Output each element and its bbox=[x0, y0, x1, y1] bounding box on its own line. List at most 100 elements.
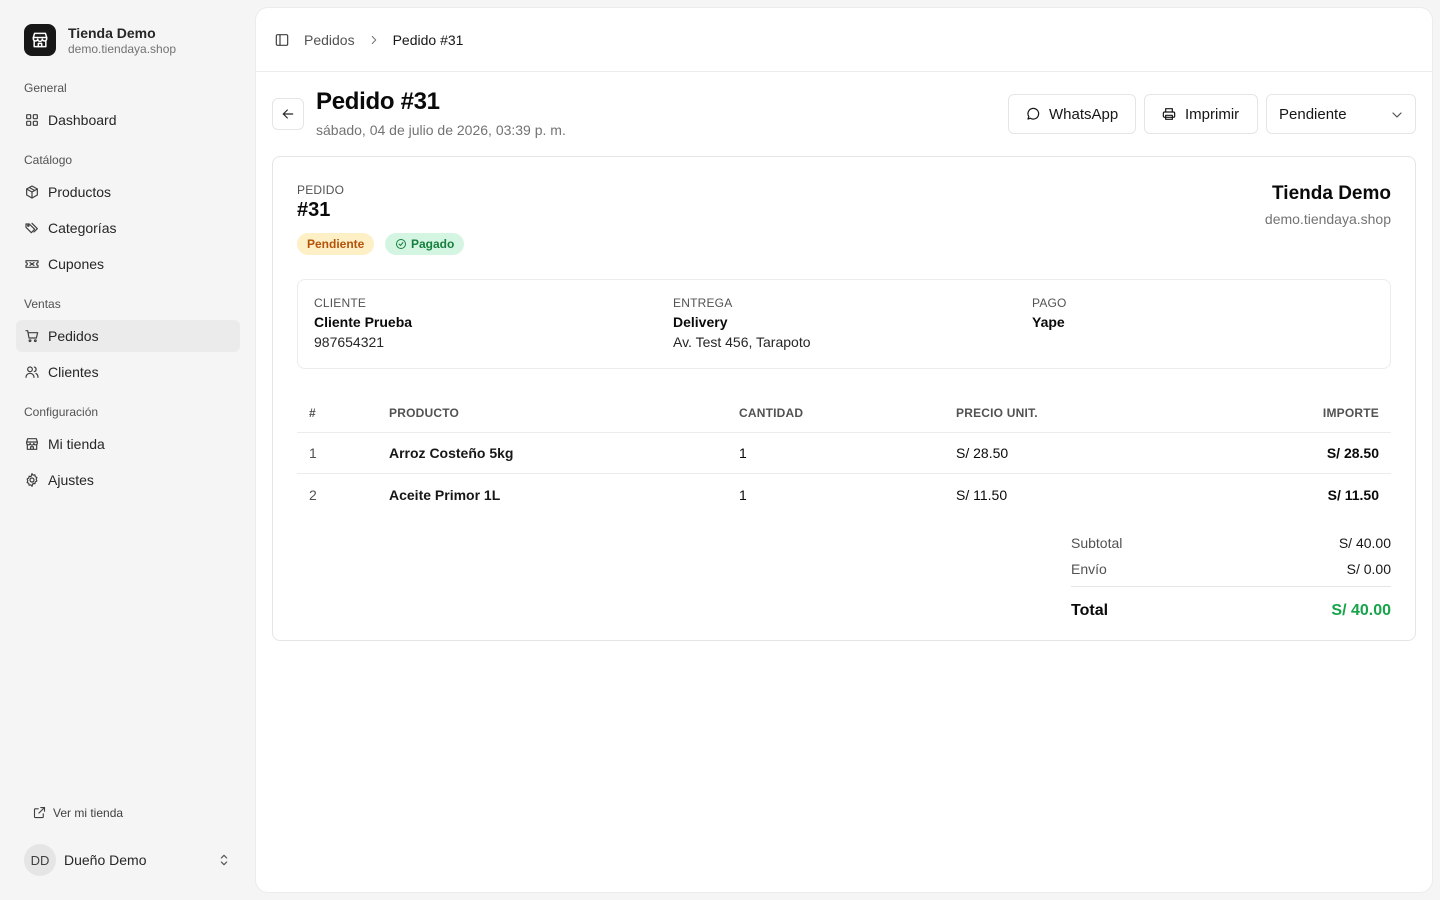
row-qty: 1 bbox=[739, 486, 747, 503]
shipping-value: S/ 0.00 bbox=[1346, 561, 1391, 577]
customer-info: CLIENTE Cliente Prueba 987654321 bbox=[314, 296, 412, 350]
row-product: Arroz Costeño 5kg bbox=[389, 445, 514, 461]
nav-group-config: Configuración bbox=[24, 405, 99, 419]
totals-summary: Subtotal S/ 40.00 Envío S/ 0.00 Total S/… bbox=[1071, 530, 1391, 626]
row-qty: 1 bbox=[739, 445, 747, 461]
total-row: Total S/ 40.00 bbox=[1071, 586, 1391, 626]
order-number: #31 bbox=[297, 199, 331, 221]
payment-badge-label: Pagado bbox=[411, 237, 455, 251]
delivery-address: Av. Test 456, Tarapoto bbox=[673, 334, 811, 350]
sidebar-item-label: Pedidos bbox=[48, 328, 99, 344]
invoice-store-domain: demo.tiendaya.shop bbox=[1264, 211, 1391, 227]
sidebar: Tienda Demo demo.tiendaya.shop General D… bbox=[0, 0, 256, 900]
row-amount: S/ 11.50 bbox=[1327, 486, 1379, 503]
sidebar-item-pedidos[interactable]: Pedidos bbox=[16, 320, 240, 352]
row-amount: S/ 28.50 bbox=[1326, 445, 1379, 461]
sidebar-item-productos[interactable]: Productos bbox=[16, 176, 240, 208]
row-unit-price: S/ 11.50 bbox=[956, 486, 1008, 503]
ticket-icon bbox=[24, 256, 40, 272]
store-icon bbox=[24, 24, 56, 56]
sidebar-item-label: Productos bbox=[48, 184, 112, 200]
order-date: sábado, 04 de julio de 2026, 03:39 p. m. bbox=[316, 122, 566, 138]
store-name: Tienda Demo bbox=[68, 25, 156, 41]
gear-icon bbox=[24, 472, 40, 488]
sidebar-item-dashboard[interactable]: Dashboard bbox=[16, 104, 240, 136]
users-icon bbox=[24, 364, 40, 380]
sidebar-item-label: Clientes bbox=[48, 364, 99, 380]
payment-method: Yape bbox=[1032, 314, 1065, 330]
sidebar-item-label: Ajustes bbox=[48, 472, 94, 488]
whatsapp-button[interactable]: WhatsApp bbox=[1008, 94, 1136, 134]
breadcrumb: Pedidos Pedido #31 bbox=[304, 32, 463, 48]
customer-name: Cliente Prueba bbox=[314, 314, 413, 330]
store-domain: demo.tiendaya.shop bbox=[68, 42, 177, 56]
col-num: # bbox=[309, 405, 316, 420]
breadcrumb-pedidos[interactable]: Pedidos bbox=[304, 32, 355, 48]
chevrons-up-down-icon bbox=[216, 852, 232, 868]
subtotal-label: Subtotal bbox=[1071, 535, 1123, 551]
sidebar-item-ajustes[interactable]: Ajustes bbox=[16, 464, 240, 496]
nav-group-general: General bbox=[24, 81, 67, 95]
row-num: 1 bbox=[309, 445, 317, 461]
order-info-box: CLIENTE Cliente Prueba 987654321 ENTREGA… bbox=[297, 279, 1391, 369]
arrow-left-icon bbox=[282, 109, 294, 119]
breadcrumb-current: Pedido #31 bbox=[392, 31, 464, 48]
order-card: PEDIDO #31 Pendiente Pagado Tienda Demo … bbox=[272, 156, 1416, 641]
order-label: PEDIDO bbox=[297, 183, 345, 197]
user-name: Dueño Demo bbox=[64, 852, 147, 868]
col-unit-price: PRECIO UNIT. bbox=[956, 405, 1038, 420]
tags-icon bbox=[24, 220, 40, 236]
store-brand[interactable]: Tienda Demo demo.tiendaya.shop bbox=[24, 24, 176, 56]
nav-group-sales: Ventas bbox=[24, 297, 61, 311]
shipping-label: Envío bbox=[1071, 561, 1107, 577]
view-store-link[interactable]: Ver mi tienda bbox=[32, 805, 123, 820]
table-header: # PRODUCTO CANTIDAD PRECIO UNIT. IMPORTE bbox=[297, 393, 1391, 433]
cart-icon bbox=[24, 328, 40, 344]
print-button[interactable]: Imprimir bbox=[1144, 94, 1258, 134]
page-title: Pedido #31 bbox=[316, 88, 440, 115]
col-amount: IMPORTE bbox=[1322, 405, 1379, 420]
col-product: PRODUCTO bbox=[389, 405, 460, 420]
sidebar-item-label: Mi tienda bbox=[48, 436, 105, 452]
sidebar-item-label: Cupones bbox=[48, 256, 105, 272]
check-circle-icon bbox=[395, 238, 407, 250]
chevron-right-icon bbox=[367, 33, 381, 47]
sidebar-item-clientes[interactable]: Clientes bbox=[16, 356, 240, 388]
sidebar-item-categorias[interactable]: Categorías bbox=[16, 212, 240, 244]
payment-badge: Pagado bbox=[385, 233, 465, 255]
delivery-method: Delivery bbox=[673, 314, 728, 330]
total-label: Total bbox=[1071, 601, 1109, 619]
sidebar-toggle-icon[interactable] bbox=[274, 32, 290, 48]
status-select-value: Pendiente bbox=[1279, 105, 1347, 123]
back-button[interactable] bbox=[272, 98, 304, 130]
delivery-info: ENTREGA Delivery Av. Test 456, Tarapoto bbox=[673, 296, 811, 350]
package-icon bbox=[24, 184, 40, 200]
status-select[interactable]: Pendiente bbox=[1266, 94, 1416, 134]
external-link-icon bbox=[32, 805, 47, 820]
invoice-store-name: Tienda Demo bbox=[1272, 183, 1391, 204]
store-icon bbox=[24, 436, 40, 452]
row-unit-price: S/ 28.50 bbox=[956, 445, 1009, 461]
total-value: S/ 40.00 bbox=[1331, 601, 1391, 619]
sidebar-item-mi-tienda[interactable]: Mi tienda bbox=[16, 428, 240, 460]
sidebar-item-label: Dashboard bbox=[48, 112, 117, 128]
sidebar-item-cupones[interactable]: Cupones bbox=[16, 248, 240, 280]
topbar: Pedidos Pedido #31 bbox=[256, 8, 1432, 72]
user-menu[interactable]: DD Dueño Demo bbox=[16, 840, 240, 880]
print-label: Imprimir bbox=[1185, 105, 1240, 123]
subtotal-value: S/ 40.00 bbox=[1338, 535, 1391, 551]
table-row: 2 Aceite Primor 1L 1 S/ 11.50 S/ 11.50 bbox=[297, 474, 1391, 515]
row-product: Aceite Primor 1L bbox=[389, 486, 501, 503]
customer-phone: 987654321 bbox=[314, 334, 385, 350]
printer-icon bbox=[1161, 106, 1177, 122]
status-badge: Pendiente bbox=[297, 233, 375, 255]
dashboard-icon bbox=[24, 112, 40, 128]
nav-group-catalog: Catálogo bbox=[24, 153, 73, 167]
main-panel: Pedidos Pedido #31 Pedido #31 sábado, 04… bbox=[256, 8, 1432, 892]
table-row: 1 Arroz Costeño 5kg 1 S/ 28.50 S/ 28.50 bbox=[297, 433, 1391, 474]
view-store-label: Ver mi tienda bbox=[53, 805, 124, 820]
payment-info: PAGO Yape bbox=[1032, 296, 1067, 330]
customer-label: CLIENTE bbox=[314, 296, 367, 310]
chevron-down-icon bbox=[1389, 107, 1405, 123]
row-num: 2 bbox=[309, 486, 317, 503]
